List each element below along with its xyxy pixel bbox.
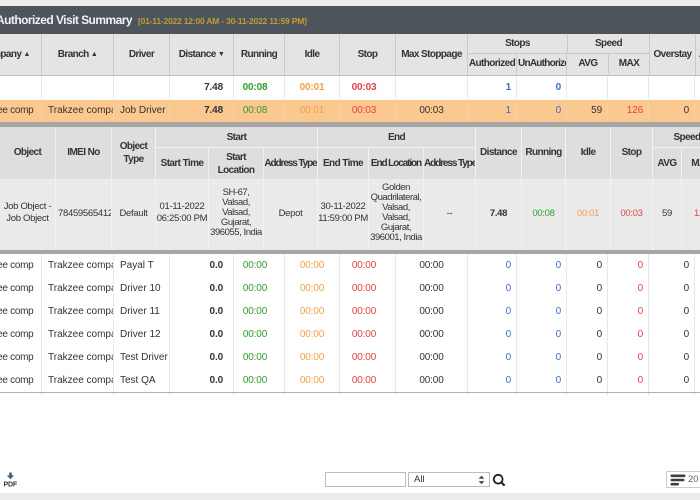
svg-text:PDF: PDF	[4, 482, 18, 489]
